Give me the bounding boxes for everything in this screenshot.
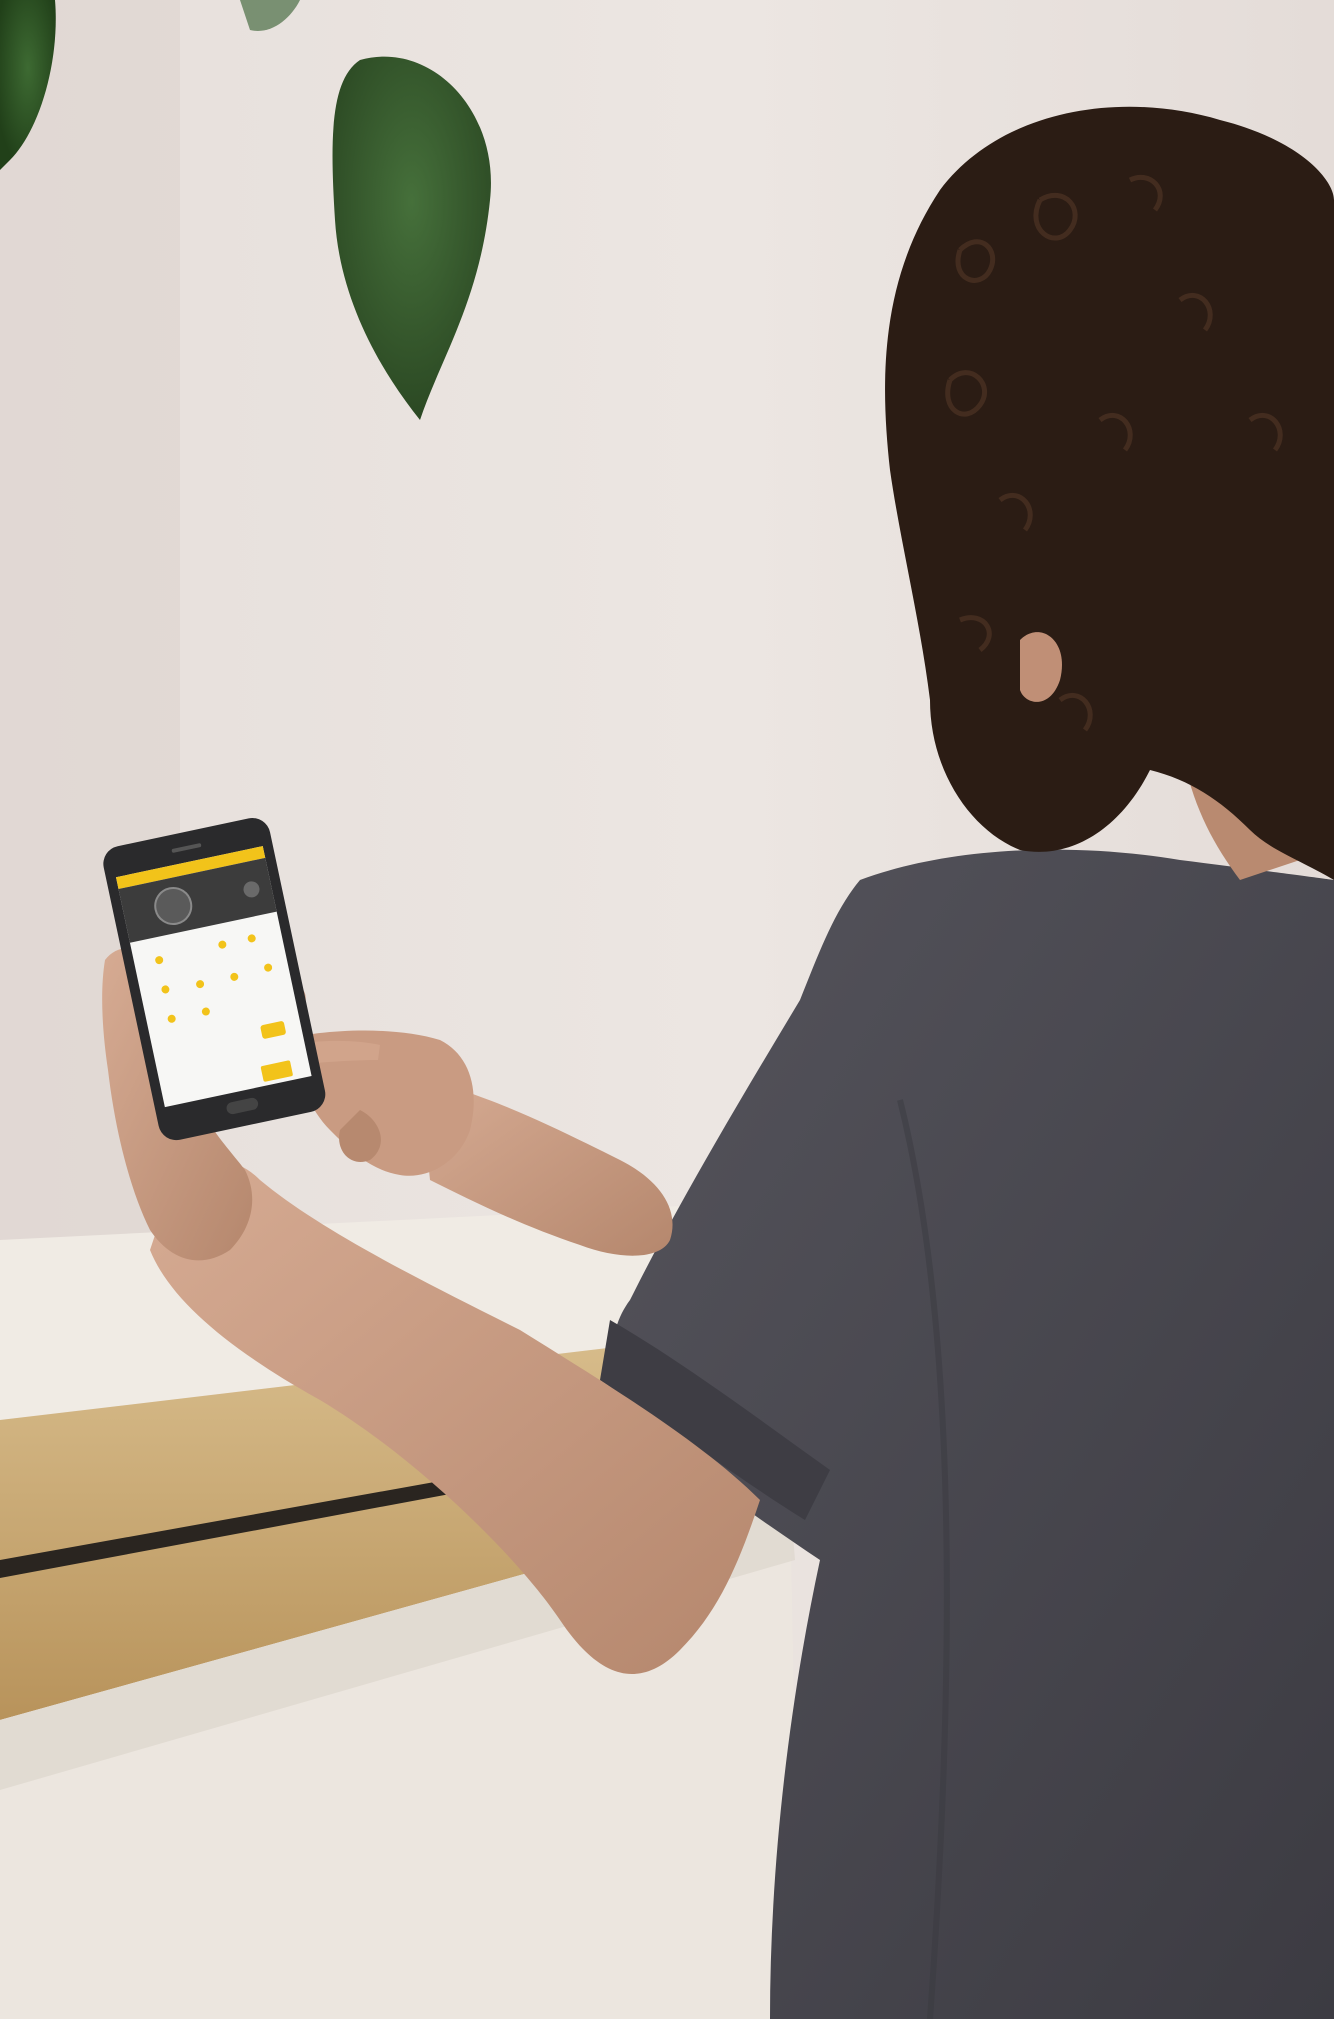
photo-scene	[0, 0, 1334, 2019]
photo-illustration	[0, 0, 1334, 2019]
curly-hair	[885, 106, 1334, 880]
